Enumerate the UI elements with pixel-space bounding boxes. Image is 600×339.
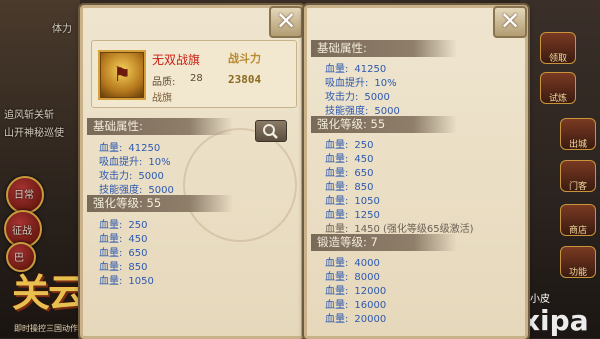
- enhance-row: 血量: 1050: [325, 196, 380, 207]
- stat-row: 攻击力: 5000: [325, 92, 390, 103]
- enhance-row: 血量: 650: [325, 168, 374, 179]
- forge-row: 血量: 16000: [325, 300, 387, 311]
- item-detail-panel: ✕ ⚑ 无双战旗 品质: 28 战旗 战斗力 23804 基础属性: 血量: 41…: [80, 5, 304, 339]
- right-menu-label: 出城: [568, 140, 587, 150]
- stamina-label: 体力: [52, 24, 72, 35]
- power-value: 23804: [228, 73, 262, 86]
- right-menu-button-retainer[interactable]: 门客: [560, 160, 596, 192]
- search-button[interactable]: [255, 120, 287, 142]
- stat-row: 吸血提升: 10%: [325, 78, 397, 89]
- enhance-row: 血量: 250: [325, 140, 374, 151]
- right-menu-button-exit-city[interactable]: 出城: [560, 118, 596, 150]
- stat-row: 血量: 41250: [325, 64, 387, 75]
- close-button[interactable]: ✕: [493, 6, 527, 38]
- section-header-forge-level: 锻造等级: 7: [311, 234, 457, 251]
- item-name: 无双战旗: [152, 53, 201, 67]
- enhance-row: 血量: 650: [99, 248, 148, 259]
- stat-row: 血量: 41250: [99, 143, 161, 154]
- right-menu-label: 试炼: [548, 94, 567, 104]
- quest-text[interactable]: 追风斩关斩: [4, 106, 54, 121]
- enhance-row: 血量: 450: [99, 234, 148, 245]
- item-type: 战旗: [152, 93, 172, 104]
- watermark-cn: 小皮: [530, 294, 550, 305]
- quality-label: 品质:: [152, 77, 176, 88]
- right-menu-button-shop[interactable]: 商店: [560, 204, 596, 236]
- item-attributes-panel: ✕ 基础属性: 血量: 41250 吸血提升: 10% 攻击力: 5000 技能强度:…: [304, 5, 528, 339]
- item-card: ⚑ 无双战旗 品质: 28 战旗 战斗力 23804: [91, 40, 297, 108]
- enhance-row: 血量: 850: [99, 262, 148, 273]
- section-header-base-stats: 基础属性:: [87, 118, 233, 135]
- section-header-base-stats: 基础属性:: [311, 40, 457, 57]
- forge-row: 血量: 4000: [325, 258, 380, 269]
- stat-row: 技能强度: 5000: [325, 106, 400, 117]
- campaign-label: 征战: [12, 226, 32, 237]
- stat-row: 技能强度: 5000: [99, 185, 174, 196]
- quality-value: 28: [190, 73, 203, 84]
- close-icon: ✕: [499, 7, 521, 35]
- close-icon: ✕: [275, 7, 297, 35]
- section-header-enhance-level: 强化等级: 55: [87, 195, 233, 212]
- quest-text-2[interactable]: 山开神秘巡使: [4, 124, 64, 139]
- right-menu-button-trial[interactable]: 试炼: [540, 72, 576, 104]
- right-menu-label: 领取: [548, 54, 567, 64]
- enhance-row: 血量: 450: [325, 154, 374, 165]
- enhance-row: 血量: 1250: [325, 210, 380, 221]
- right-menu-label: 商店: [568, 226, 587, 236]
- right-menu-button-function[interactable]: 功能: [560, 246, 596, 278]
- war-banner-icon[interactable]: ⚑: [98, 50, 146, 100]
- right-menu-label: 功能: [568, 268, 587, 278]
- dragon-emblem-watermark: [183, 128, 297, 242]
- search-icon: [263, 124, 278, 139]
- watermark-logo: xipa: [522, 304, 589, 337]
- stat-row: 攻击力: 5000: [99, 171, 164, 182]
- forge-row: 血量: 8000: [325, 272, 380, 283]
- right-menu-button-claim[interactable]: 领取: [540, 32, 576, 64]
- right-menu-label: 门客: [568, 182, 587, 192]
- enhance-row: 血量: 250: [99, 220, 148, 231]
- enhance-row: 血量: 850: [325, 182, 374, 193]
- forge-row: 血量: 12000: [325, 286, 387, 297]
- power-label: 战斗力: [228, 52, 261, 65]
- stat-row: 吸血提升: 10%: [99, 157, 171, 168]
- close-button[interactable]: ✕: [269, 6, 303, 38]
- enhance-row: 血量: 1050: [99, 276, 154, 287]
- enhance-row-locked: 血量: 1450 (强化等级65级激活): [325, 224, 474, 235]
- daily-label: 日常: [14, 190, 34, 201]
- forge-row: 血量: 20000: [325, 314, 387, 325]
- section-header-enhance-level: 强化等级: 55: [311, 116, 457, 133]
